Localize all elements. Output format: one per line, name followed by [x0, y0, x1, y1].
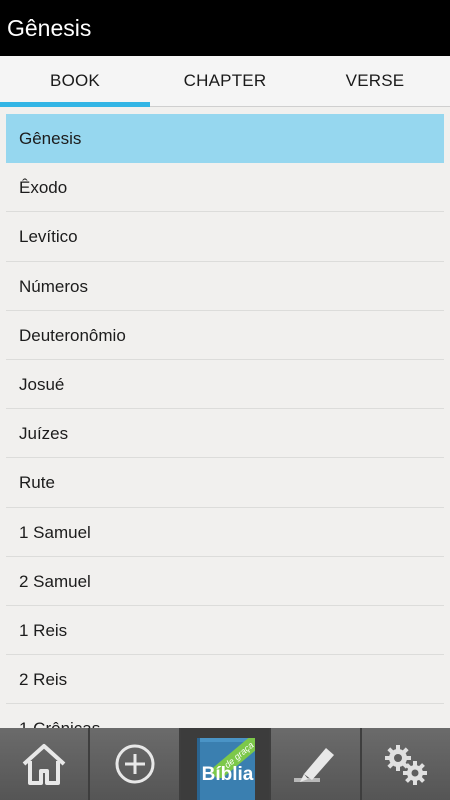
tab-book[interactable]: BOOK: [0, 56, 150, 107]
book-list[interactable]: Gênesis Êxodo Levítico Números Deuteronô…: [6, 114, 444, 728]
list-item[interactable]: 1 Crônicas: [6, 704, 444, 728]
gears-icon: [384, 745, 427, 785]
bible-button[interactable]: de graça Bíblia: [180, 728, 272, 800]
list-item[interactable]: 1 Reis: [6, 606, 444, 656]
app-title: Gênesis: [0, 0, 450, 56]
tab-bar: BOOK CHAPTER VERSE: [0, 56, 450, 107]
list-item[interactable]: Josué: [6, 360, 444, 410]
plus-circle-icon: [115, 744, 155, 784]
tab-chapter[interactable]: CHAPTER: [150, 56, 300, 106]
settings-button[interactable]: [361, 728, 450, 800]
home-button[interactable]: [0, 728, 91, 800]
pencil-icon: [294, 748, 335, 782]
bottom-nav: de graça Bíblia: [0, 728, 450, 800]
bible-book-icon: de graça Bíblia: [196, 738, 256, 800]
bible-label: Bíblia: [201, 764, 254, 785]
add-button[interactable]: [90, 728, 181, 800]
list-item[interactable]: Levítico: [6, 212, 444, 262]
list-item[interactable]: Números: [6, 262, 444, 311]
notes-button[interactable]: [271, 728, 362, 800]
list-item[interactable]: Êxodo: [6, 163, 444, 213]
home-icon: [22, 744, 66, 785]
list-item[interactable]: 2 Samuel: [6, 557, 444, 606]
list-item[interactable]: Juízes: [6, 409, 444, 459]
list-item[interactable]: Rute: [6, 458, 444, 508]
list-item[interactable]: Deuteronômio: [6, 311, 444, 360]
list-item[interactable]: 1 Samuel: [6, 508, 444, 557]
list-item[interactable]: 2 Reis: [6, 655, 444, 705]
tab-verse[interactable]: VERSE: [300, 56, 450, 106]
list-item[interactable]: Gênesis: [6, 114, 444, 164]
